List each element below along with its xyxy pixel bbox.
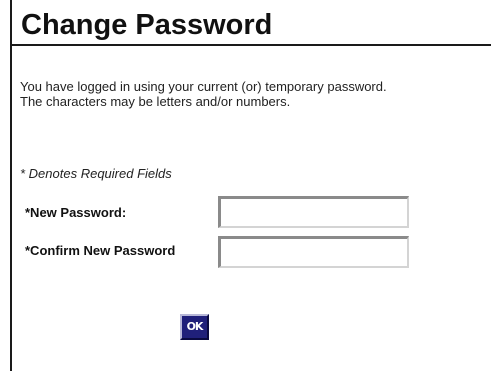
ok-button[interactable]: OK — [180, 314, 209, 340]
instructions-line-1: You have logged in using your current (o… — [20, 79, 387, 94]
new-password-input[interactable] — [218, 196, 409, 228]
new-password-label: *New Password: — [25, 205, 127, 220]
required-fields-note: * Denotes Required Fields — [20, 166, 172, 181]
confirm-password-input[interactable] — [218, 236, 409, 268]
instructions-text: You have logged in using your current (o… — [20, 79, 387, 109]
confirm-password-label: *Confirm New Password — [25, 243, 176, 258]
title-divider — [12, 44, 491, 46]
left-border-line — [10, 0, 12, 371]
instructions-line-2: The characters may be letters and/or num… — [20, 94, 291, 109]
page-title: Change Password — [21, 9, 273, 41]
